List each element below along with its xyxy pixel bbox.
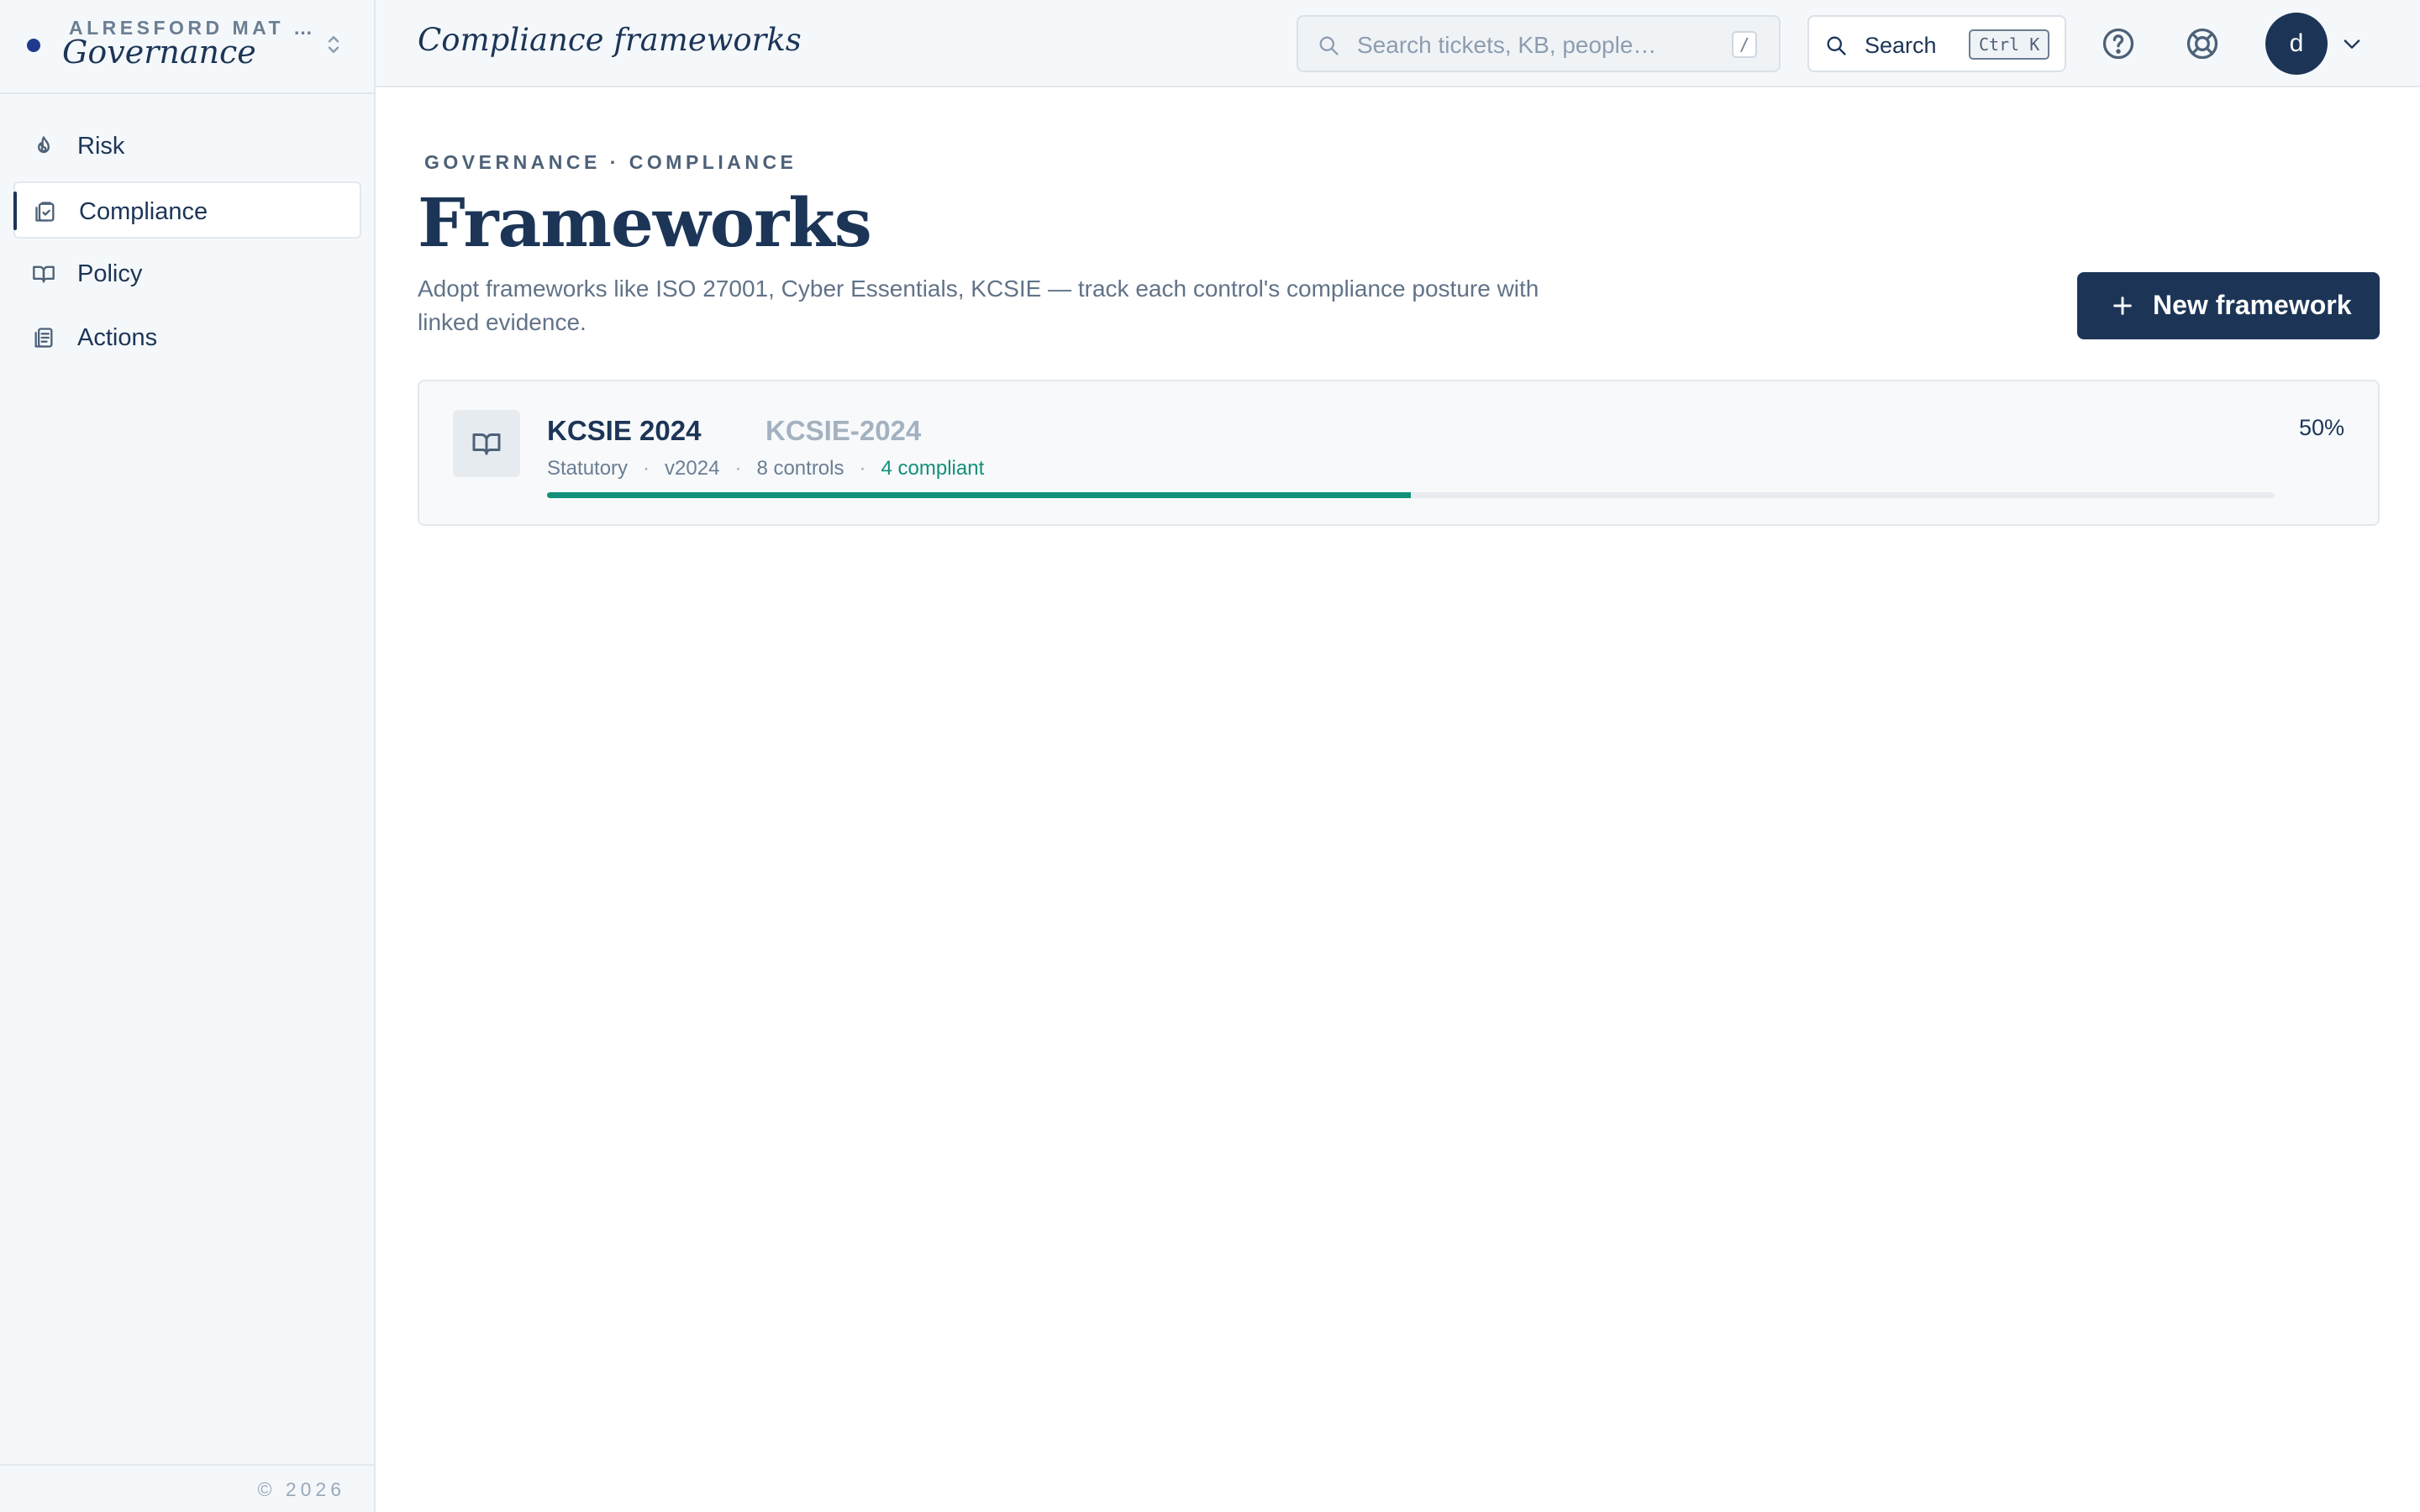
search-icon: [1319, 36, 1339, 55]
chevron-down-icon[interactable]: [2340, 32, 2364, 55]
command-search-button[interactable]: Search Ctrl K: [1807, 15, 2066, 72]
keyboard-shortcut: Ctrl K: [1969, 29, 2050, 60]
framework-icon-box: [453, 410, 520, 477]
separator-dot: ·: [643, 457, 650, 480]
sidebar-item-actions[interactable]: Actions: [13, 309, 361, 366]
sidebar: ALRESFORD MAT … Governance Risk Complian…: [0, 0, 376, 1512]
compliance-progress-bar: [547, 492, 2275, 498]
framework-controls-count: 8 controls: [756, 457, 844, 480]
framework-compliant-count: 4 compliant: [881, 457, 985, 480]
workspace-switcher[interactable]: ALRESFORD MAT … Governance: [0, 0, 374, 94]
checklist-icon: [34, 328, 53, 348]
sidebar-item-label: Compliance: [79, 198, 208, 225]
search-input[interactable]: Search tickets, KB, people… /: [1297, 15, 1781, 72]
search-placeholder: Search tickets, KB, people…: [1357, 32, 1657, 58]
framework-name: KCSIE 2024: [547, 415, 702, 446]
separator-dot: ·: [734, 457, 742, 480]
copyright-text: © 2026: [257, 1478, 345, 1500]
support-lifebuoy-icon[interactable]: [2184, 25, 2221, 62]
footer: © 2026: [0, 1464, 374, 1512]
breadcrumb: GOVERNANCE · COMPLIANCE: [424, 151, 797, 173]
book-open-icon: [33, 265, 55, 283]
compliance-progress-fill: [547, 492, 1411, 498]
main-content: GOVERNANCE · COMPLIANCE Frameworks Adopt…: [376, 87, 2420, 1512]
framework-percent: 50%: [2298, 415, 2344, 440]
page-description: Adopt frameworks like ISO 27001, Cyber E…: [418, 276, 1539, 335]
avatar[interactable]: d: [2265, 13, 2328, 75]
search-shortcut-key: /: [1732, 31, 1757, 58]
framework-meta: Statutory · v2024 · 8 controls · 4 compliant: [547, 457, 984, 480]
sidebar-item-risk[interactable]: Risk: [13, 118, 361, 175]
page-context-title: Compliance frameworks: [418, 22, 802, 58]
plus-icon: [2113, 297, 2132, 315]
app-root: ALRESFORD MAT … Governance Risk Complian…: [0, 0, 2420, 1512]
sidebar-item-policy[interactable]: Policy: [13, 245, 361, 302]
search-button-label: Search: [1865, 33, 1937, 58]
chevron-up-down-icon[interactable]: [321, 32, 346, 57]
clipboard-check-icon: [35, 202, 55, 222]
help-icon[interactable]: [2100, 25, 2137, 62]
separator-dot: ·: [859, 457, 866, 480]
book-open-icon: [472, 433, 501, 455]
framework-type: Statutory: [547, 457, 629, 480]
app-title: Governance: [62, 34, 256, 71]
sidebar-item-label: Risk: [77, 133, 125, 160]
sidebar-item-compliance[interactable]: Compliance: [13, 181, 361, 239]
flame-icon: [38, 136, 50, 154]
framework-version: v2024: [665, 457, 720, 480]
sidebar-item-label: Policy: [77, 260, 143, 287]
framework-card[interactable]: KCSIE 2024 KCSIE-2024 Statutory · v2024 · 8 …: [418, 380, 2380, 526]
status-dot: [27, 39, 40, 52]
sidebar-item-label: Actions: [77, 324, 158, 351]
new-framework-button[interactable]: New framework: [2077, 272, 2380, 339]
framework-code: KCSIE-2024: [765, 415, 922, 446]
new-framework-label: New framework: [2153, 290, 2352, 320]
topbar: Compliance frameworks Search tickets, KB…: [376, 0, 2420, 87]
search-icon: [1827, 36, 1846, 55]
page-title: Frameworks: [418, 183, 872, 262]
